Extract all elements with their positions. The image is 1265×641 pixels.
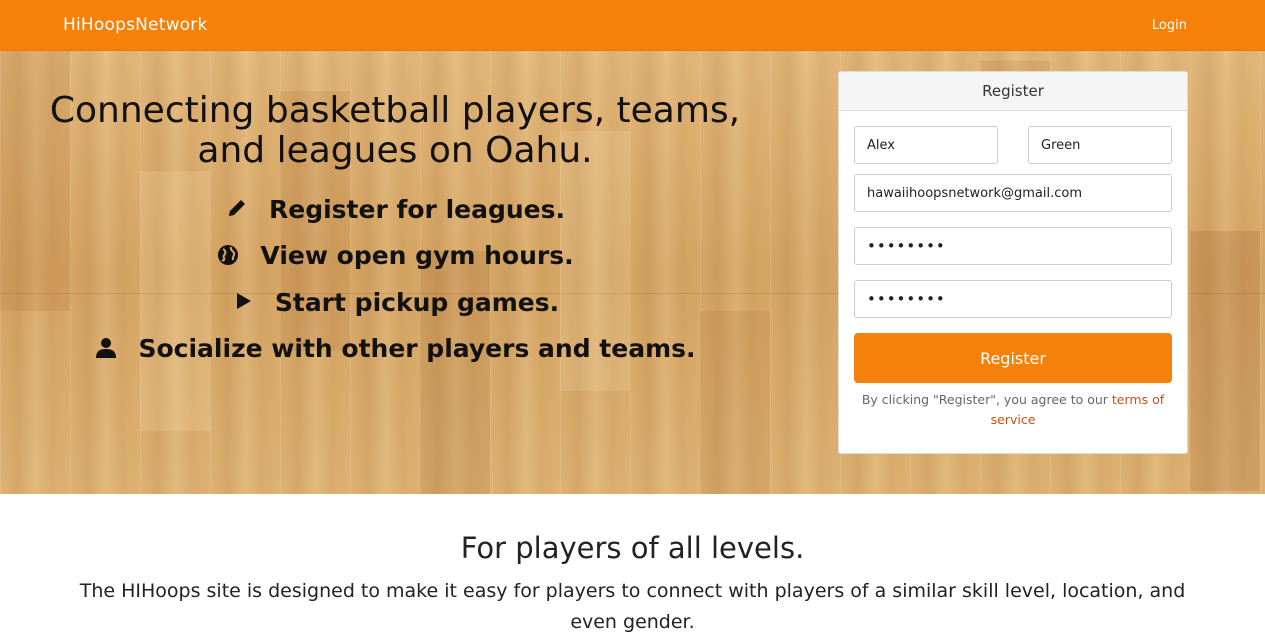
wood-plank: [1190, 231, 1260, 491]
navbar: HiHoopsNetwork Login: [0, 0, 1265, 51]
feature-label: Socialize with other players and teams.: [138, 334, 696, 364]
user-icon: [94, 336, 120, 362]
first-name-input[interactable]: [854, 126, 998, 164]
feature-list: Register for leagues. View open gym hour…: [45, 186, 745, 372]
hero-title: Connecting basketball players, teams, an…: [49, 90, 741, 171]
globe-icon: [216, 243, 242, 269]
register-heading: Register: [839, 72, 1187, 111]
feature-label: Start pickup games.: [274, 287, 560, 317]
feature-item: View open gym hours.: [45, 233, 745, 280]
pencil-icon: [225, 196, 251, 222]
last-name-input[interactable]: [1028, 126, 1172, 164]
section-description: The HIHoops site is designed to make it …: [79, 580, 1186, 633]
hero-section: Connecting basketball players, teams, an…: [0, 51, 1265, 494]
login-link[interactable]: Login: [1152, 18, 1187, 33]
email-input[interactable]: [854, 174, 1172, 212]
feature-item: Socialize with other players and teams.: [45, 326, 745, 373]
play-icon: [231, 289, 257, 315]
feature-item: Register for leagues.: [45, 186, 745, 233]
password-input[interactable]: [854, 227, 1172, 265]
terms-notice: By clicking "Register", you agree to our…: [854, 390, 1172, 430]
feature-label: Register for leagues.: [269, 194, 565, 224]
section-title: For players of all levels.: [460, 531, 805, 565]
brand-link[interactable]: HiHoopsNetwork: [63, 15, 208, 35]
terms-notice-text: By clicking "Register", you agree to our: [861, 392, 1112, 407]
confirm-password-input[interactable]: [854, 280, 1172, 318]
feature-item: Start pickup games.: [45, 279, 745, 326]
feature-label: View open gym hours.: [260, 241, 574, 271]
register-panel: Register Register By clicking "Register"…: [838, 71, 1188, 454]
register-button[interactable]: Register: [854, 333, 1172, 383]
